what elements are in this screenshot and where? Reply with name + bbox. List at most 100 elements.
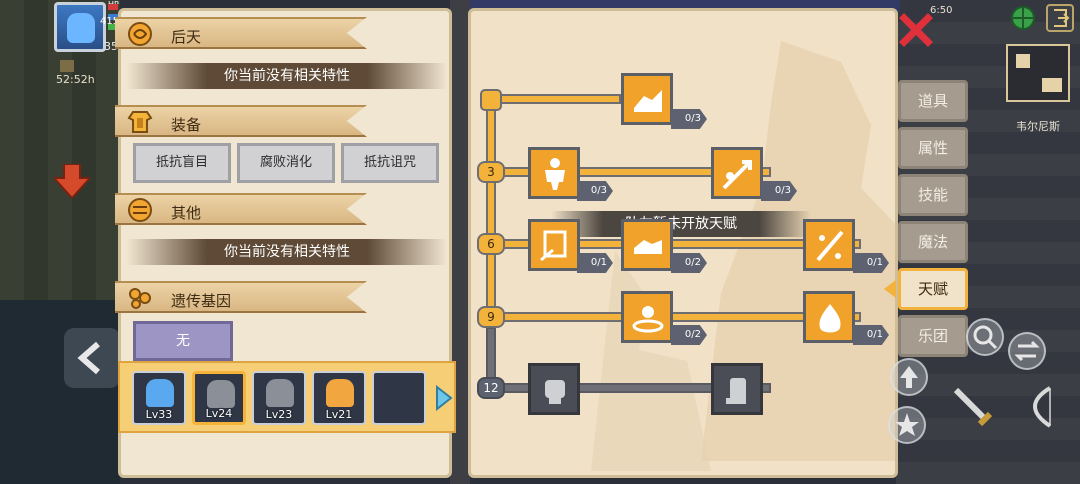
talent-count: 0/3 bbox=[761, 181, 797, 201]
trait-resist-curse[interactable]: 抵抗诅咒 bbox=[341, 143, 439, 183]
section-title: 其他 bbox=[171, 204, 202, 222]
member-level: Lv24 bbox=[205, 407, 233, 420]
team-member-3[interactable]: Lv23 bbox=[252, 371, 306, 425]
talent-trunk-line bbox=[486, 97, 496, 337]
team-member-bar: Lv33 Lv24 Lv23 Lv21 bbox=[118, 361, 456, 433]
talent-count: 0/2 bbox=[671, 325, 707, 345]
arm-wrestle-icon bbox=[634, 90, 662, 112]
chevron-left-icon bbox=[77, 341, 100, 375]
other-empty-text: 你当前没有相关特性 bbox=[127, 239, 447, 265]
team-member-4[interactable]: Lv21 bbox=[312, 371, 366, 425]
chevron-right-icon[interactable] bbox=[435, 385, 453, 411]
trait-resist-blind[interactable]: 抵抗盲目 bbox=[133, 143, 231, 183]
tier-node-locked: 12 bbox=[477, 377, 505, 399]
globe-icon[interactable] bbox=[1008, 4, 1038, 32]
gene-icon bbox=[129, 288, 151, 309]
talent-arrow-dodge[interactable] bbox=[711, 147, 763, 199]
equipment-icon bbox=[127, 111, 153, 133]
favorite-button[interactable] bbox=[888, 406, 926, 444]
search-icon bbox=[973, 325, 998, 350]
active-tab-pointer bbox=[884, 280, 896, 298]
member-level: Lv33 bbox=[145, 408, 173, 421]
talent-sword-slash[interactable] bbox=[803, 219, 855, 271]
other-icon bbox=[128, 198, 152, 222]
section-header-gene: 遗传基因 bbox=[115, 281, 367, 313]
talent-arm-wrestle[interactable] bbox=[621, 73, 673, 125]
acquired-trait-icon bbox=[128, 22, 152, 46]
arrow-up-icon bbox=[900, 366, 918, 388]
talent-fist-grip-locked[interactable] bbox=[711, 363, 763, 415]
talent-count: 0/1 bbox=[853, 253, 889, 273]
acquired-empty-text: 你当前没有相关特性 bbox=[127, 63, 447, 89]
tier-node-start bbox=[480, 89, 502, 111]
talent-count: 0/3 bbox=[671, 109, 707, 129]
player-avatar[interactable] bbox=[54, 2, 106, 52]
flame-burst-icon bbox=[819, 304, 841, 333]
talent-count: 0/2 bbox=[671, 253, 707, 273]
tab-skills[interactable]: 技能 bbox=[898, 174, 968, 216]
location-name: 韦尔尼斯 bbox=[1016, 120, 1060, 133]
talent-fist-locked[interactable] bbox=[528, 363, 580, 415]
member-portrait bbox=[266, 379, 294, 407]
section-title: 后天 bbox=[171, 28, 202, 46]
talent-tree-panel: 3 6 9 12 0/3 0/3 0/3 队友暂未开放天赋 0/1 0/2 0/… bbox=[468, 8, 898, 478]
member-portrait bbox=[326, 379, 354, 407]
fist-icon bbox=[545, 380, 565, 404]
talent-count: 0/1 bbox=[853, 325, 889, 345]
team-member-1[interactable]: Lv33 bbox=[132, 371, 186, 425]
member-level: Lv23 bbox=[265, 408, 293, 421]
tab-band[interactable]: 乐团 bbox=[898, 315, 968, 357]
member-portrait bbox=[207, 380, 235, 408]
branch-line bbox=[491, 94, 621, 104]
minimap[interactable] bbox=[1006, 44, 1070, 102]
tab-attributes[interactable]: 属性 bbox=[898, 127, 968, 169]
exit-button[interactable] bbox=[1046, 4, 1074, 32]
sword-slash-icon bbox=[816, 230, 844, 262]
section-header-acquired: 后天 bbox=[115, 17, 367, 49]
section-header-other: 其他 bbox=[115, 193, 367, 225]
clock-label: 6:50 bbox=[930, 5, 953, 16]
tab-magic[interactable]: 魔法 bbox=[898, 221, 968, 263]
dash-button[interactable] bbox=[890, 358, 928, 396]
play-time: 52:52h bbox=[56, 73, 95, 86]
hourglass-icon bbox=[60, 60, 74, 72]
exit-icon bbox=[1054, 9, 1070, 27]
card-cycle-icon bbox=[540, 230, 567, 262]
down-arrow-icon[interactable] bbox=[54, 164, 90, 198]
talent-muscle-body[interactable] bbox=[528, 147, 580, 199]
talent-count: 0/1 bbox=[577, 253, 613, 273]
teammate-talent-notice: 队友暂未开放天赋 bbox=[551, 211, 811, 237]
hp-bar bbox=[108, 4, 118, 10]
swap-icon bbox=[1014, 340, 1040, 362]
castle-silhouette bbox=[591, 251, 711, 471]
tab-talent[interactable]: 天赋 bbox=[898, 268, 968, 310]
prev-page-button[interactable] bbox=[64, 328, 120, 388]
swap-button[interactable] bbox=[1008, 332, 1046, 370]
close-icon[interactable] bbox=[898, 12, 934, 48]
bow-icon[interactable] bbox=[1016, 384, 1062, 430]
section-title: 遗传基因 bbox=[171, 292, 232, 310]
team-member-2[interactable]: Lv24 bbox=[192, 371, 246, 425]
talent-count: 0/3 bbox=[577, 181, 613, 201]
arrow-dodge-icon bbox=[722, 160, 752, 190]
minimap-building bbox=[1016, 54, 1030, 68]
member-level: Lv21 bbox=[325, 408, 353, 421]
member-portrait bbox=[146, 379, 174, 407]
team-member-empty-slot[interactable] bbox=[372, 371, 426, 425]
traits-panel: 后天 你当前没有相关特性 装备 抵抗盲目 腐败消化 抵抗诅咒 其他 你当前没有相… bbox=[115, 8, 456, 478]
ground-pulse-icon bbox=[632, 306, 664, 333]
tier-node: 6 bbox=[477, 233, 505, 255]
tier-node: 9 bbox=[477, 306, 505, 328]
talent-flame-burst[interactable] bbox=[803, 291, 855, 343]
trait-corrupt-digest[interactable]: 腐败消化 bbox=[237, 143, 335, 183]
talent-ground-pulse[interactable] bbox=[621, 291, 673, 343]
section-title: 装备 bbox=[171, 116, 202, 134]
gene-value-button[interactable]: 无 bbox=[133, 321, 233, 361]
talent-handshake[interactable] bbox=[621, 219, 673, 271]
search-button[interactable] bbox=[966, 318, 1004, 356]
sword-icon[interactable] bbox=[950, 384, 996, 430]
tab-items[interactable]: 道具 bbox=[898, 80, 968, 122]
section-header-equipment: 装备 bbox=[115, 105, 367, 137]
talent-card-cycle[interactable] bbox=[528, 219, 580, 271]
handshake-icon bbox=[634, 240, 662, 254]
